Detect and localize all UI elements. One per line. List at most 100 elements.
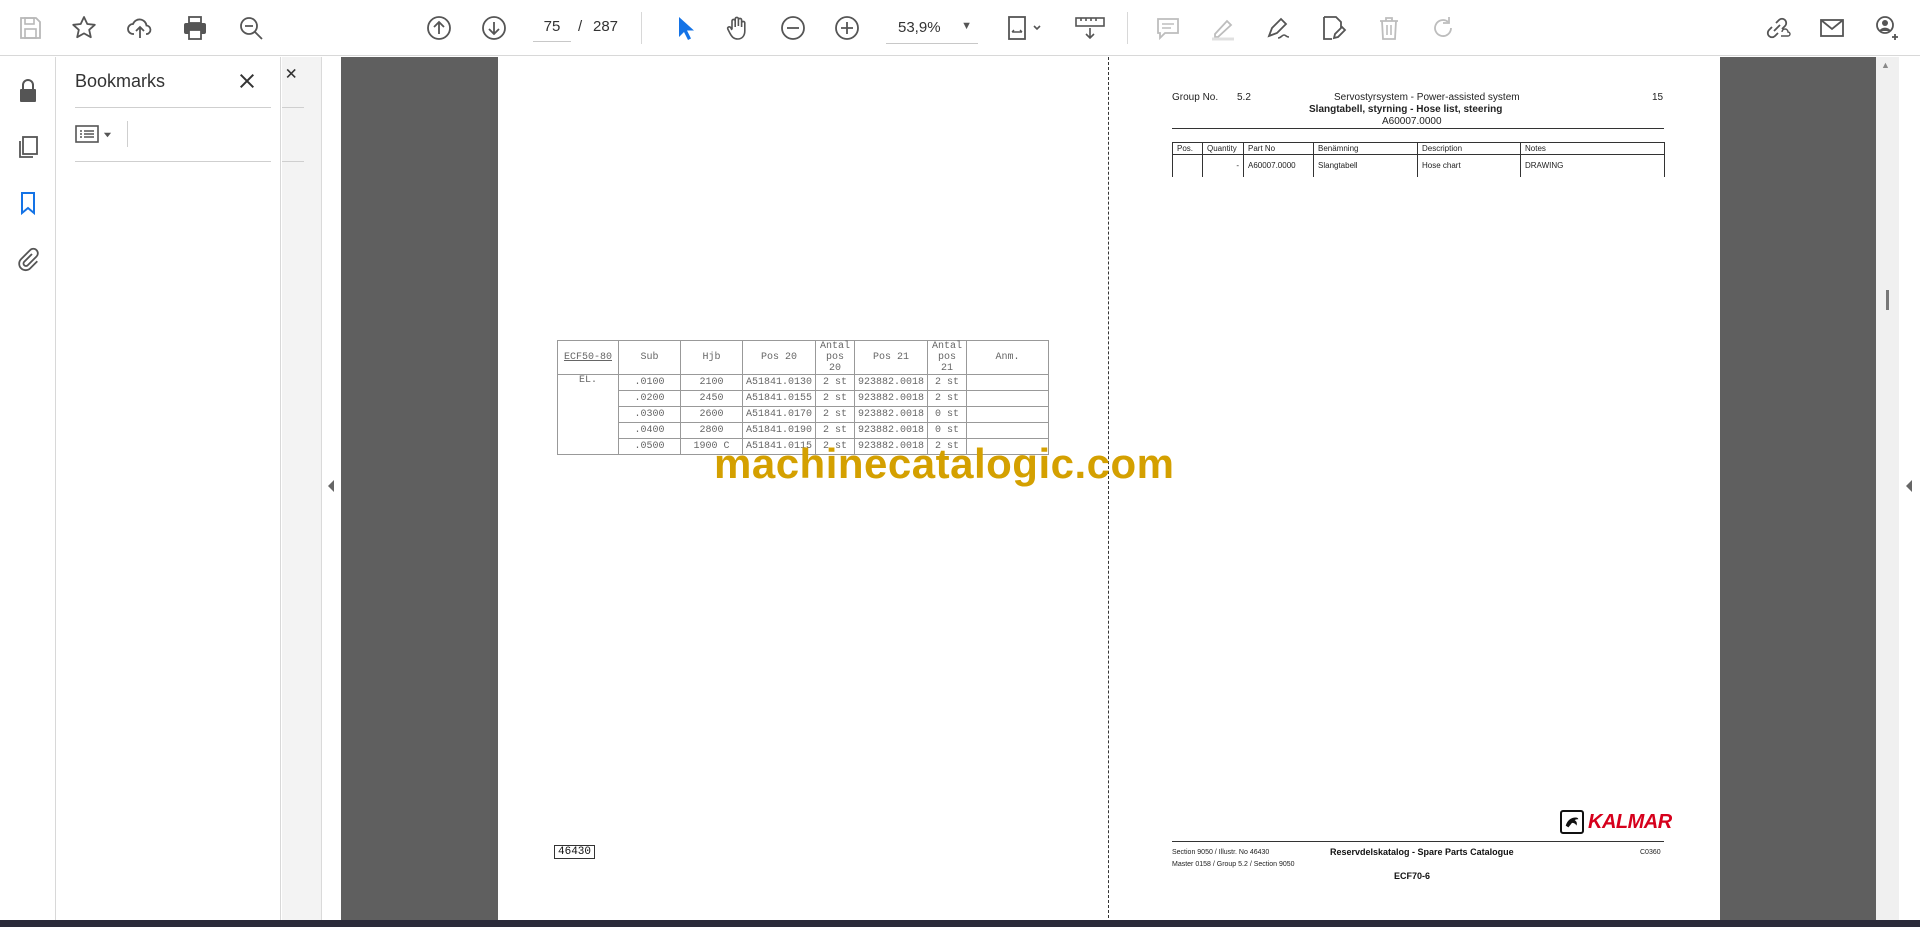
table-cell: 2 st <box>815 374 856 391</box>
table-header-cell: Pos. <box>1172 142 1203 155</box>
vertical-scrollbar[interactable] <box>1876 57 1899 923</box>
hand-tool-icon[interactable] <box>720 10 756 46</box>
toolbar-divider <box>1127 12 1128 44</box>
rotate-icon[interactable] <box>1425 10 1461 46</box>
zoom-value: 53,9% <box>898 19 941 36</box>
print-icon[interactable] <box>177 10 213 46</box>
table-header-cell: Pos 21 <box>854 340 929 375</box>
chevron-down-icon <box>103 132 112 137</box>
bookmark-icon[interactable] <box>10 185 46 221</box>
table-cell <box>1172 154 1203 177</box>
bookmark-options-button[interactable] <box>75 119 121 149</box>
table-row: - A60007.0000 Slangtabell Hose chart DRA… <box>1172 154 1665 177</box>
parts-table: Pos. Quantity Part No Benämning Descript… <box>1172 142 1665 177</box>
table-cell: .0400 <box>618 422 681 439</box>
edit-document-icon[interactable] <box>1315 10 1351 46</box>
scrollbar-thumb[interactable] <box>1886 290 1889 310</box>
part-reference: A60007.0000 <box>1382 116 1442 127</box>
table-cell: 0 st <box>927 422 968 439</box>
table-row: .0200 2450 A51841.0155 2 st 923882.0018 … <box>557 390 1050 407</box>
cloud-upload-icon[interactable] <box>122 10 158 46</box>
comment-icon[interactable] <box>1150 10 1186 46</box>
variant-table: ECF50-80 Sub Hjb Pos 20 Antal pos 20 Pos… <box>557 340 1050 455</box>
group-number: 5.2 <box>1237 92 1251 103</box>
table-cell <box>557 390 619 407</box>
table-header-cell: Notes <box>1520 142 1665 155</box>
chevron-down-icon: ▼ <box>961 20 972 32</box>
previous-page-icon[interactable] <box>421 10 457 46</box>
main-toolbar: / 287 53,9% ▼ <box>0 0 1920 56</box>
table-header-cell: Hjb <box>680 340 743 375</box>
table-cell: EL. <box>557 374 619 391</box>
expand-right-panel-icon[interactable] <box>1904 478 1914 494</box>
draw-signature-icon[interactable] <box>1260 10 1296 46</box>
close-icon[interactable] <box>284 67 304 87</box>
table-header-cell: Pos 20 <box>741 340 817 375</box>
table-row: EL. .0100 2100 A51841.0130 2 st 923882.0… <box>557 374 1050 391</box>
toolbar-divider <box>641 12 642 44</box>
table-cell <box>966 422 1050 439</box>
page-spread-fold-line <box>1108 57 1109 923</box>
divider <box>127 121 128 147</box>
document-page-right <box>1109 57 1720 923</box>
zoom-out-icon[interactable] <box>775 10 811 46</box>
divider <box>75 161 271 162</box>
table-cell: A51841.0170 <box>741 406 817 423</box>
table-cell: 923882.0018 <box>854 422 929 439</box>
list-options-icon <box>75 125 99 143</box>
zoom-search-icon[interactable] <box>233 10 269 46</box>
next-page-icon[interactable] <box>476 10 512 46</box>
page-number-input[interactable] <box>533 12 571 42</box>
attachment-icon[interactable] <box>10 241 46 277</box>
highlight-icon[interactable] <box>1205 10 1241 46</box>
table-cell <box>557 438 619 455</box>
close-icon[interactable] <box>233 67 261 95</box>
table-cell: Slangtabell <box>1313 154 1418 177</box>
section-title: Slangtabell, styrning - Hose list, steer… <box>1309 104 1503 115</box>
zoom-select[interactable]: 53,9% ▼ <box>886 12 978 44</box>
table-cell: 0 st <box>927 406 968 423</box>
table-header-cell: Benämning <box>1313 142 1418 155</box>
save-icon[interactable] <box>12 10 48 46</box>
add-user-icon[interactable] <box>1869 10 1905 46</box>
header-rule <box>1172 128 1664 129</box>
total-pages: 287 <box>593 18 619 35</box>
select-pointer-icon[interactable] <box>666 10 702 46</box>
table-cell: 923882.0018 <box>854 374 929 391</box>
share-link-icon[interactable] <box>1759 10 1795 46</box>
kalmar-emblem-icon <box>1560 810 1584 834</box>
table-cell: A51841.0130 <box>741 374 817 391</box>
pages-thumbnails-icon[interactable] <box>10 129 46 165</box>
table-header-cell: Part No <box>1243 142 1314 155</box>
table-cell <box>966 390 1050 407</box>
table-cell: A51841.0155 <box>741 390 817 407</box>
table-cell: .0200 <box>618 390 681 407</box>
bookmarks-panel: Bookmarks <box>57 57 281 923</box>
delete-icon[interactable] <box>1371 10 1407 46</box>
table-cell <box>966 374 1050 391</box>
table-row: .0300 2600 A51841.0170 2 st 923882.0018 … <box>557 406 1050 423</box>
table-cell: DRAWING <box>1520 154 1665 177</box>
lock-icon[interactable] <box>10 73 46 109</box>
footer-master: Master 0158 / Group 5.2 / Section 9050 <box>1172 861 1295 868</box>
table-header-cell: Anm. <box>966 340 1050 375</box>
scroll-up-icon[interactable]: ▲ <box>1881 60 1890 70</box>
table-cell: 2 st <box>815 422 856 439</box>
collapse-left-panel-icon[interactable] <box>326 478 336 494</box>
table-header-cell: Sub <box>618 340 681 375</box>
bookmarks-title: Bookmarks <box>75 71 166 91</box>
zoom-in-icon[interactable] <box>829 10 865 46</box>
table-cell: 2450 <box>680 390 743 407</box>
star-icon[interactable] <box>66 10 102 46</box>
table-cell: 923882.0018 <box>854 390 929 407</box>
fit-page-icon[interactable] <box>1000 10 1050 46</box>
catalogue-code: C0360 <box>1640 849 1661 856</box>
email-icon[interactable] <box>1814 10 1850 46</box>
scroll-mode-icon[interactable] <box>1070 10 1110 46</box>
table-cell: 923882.0018 <box>854 406 929 423</box>
footer-section: Section 9050 / Illustr. No 46430 <box>1172 849 1270 856</box>
watermark-text: machinecatalogic.com <box>714 440 1175 487</box>
table-cell: 2 st <box>815 406 856 423</box>
table-cell: 2 st <box>927 390 968 407</box>
table-header-cell: Antal pos 20 <box>815 340 856 375</box>
